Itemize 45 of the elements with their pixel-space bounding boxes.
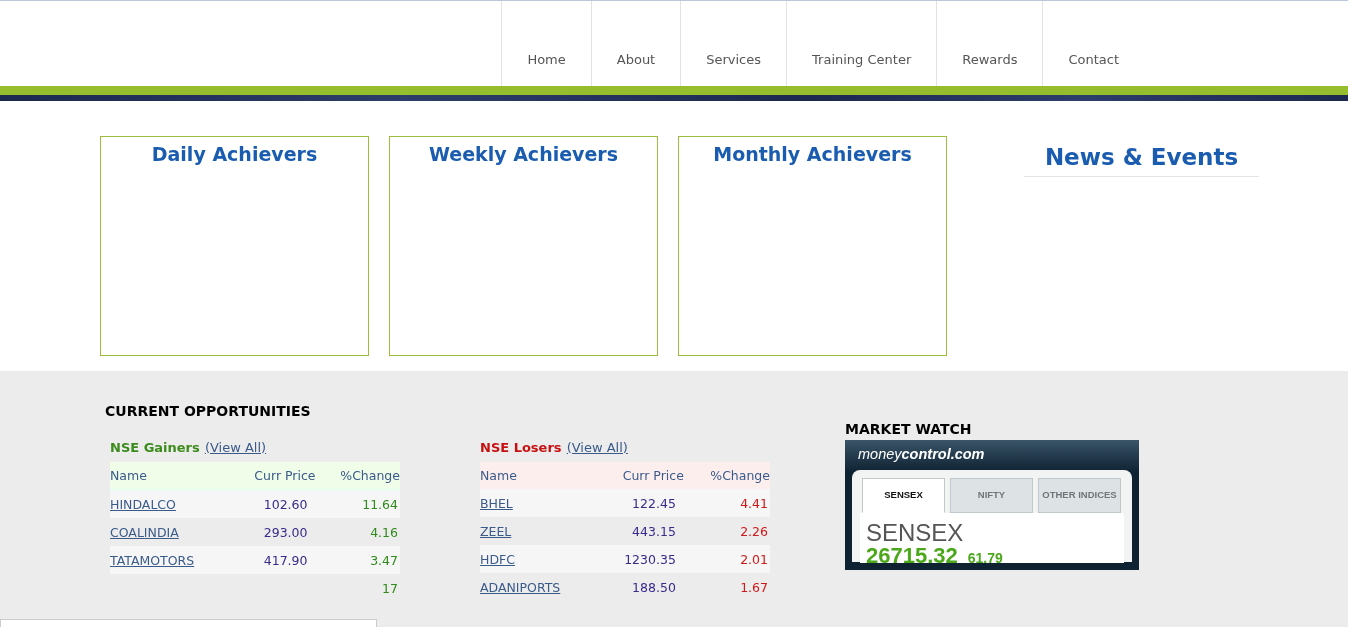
index-change: 61.79 (967, 550, 1003, 566)
price-cell: 417.90 (263, 552, 308, 568)
column-header: %Change (315, 462, 400, 490)
stock-link[interactable]: HINDALCO (110, 496, 176, 512)
news-title: News & Events (1044, 144, 1239, 170)
stock-link[interactable]: COALINDIA (110, 524, 179, 540)
market-watch-title: MARKET WATCH (845, 421, 973, 437)
index-value: 26715.32 (866, 545, 958, 567)
price-cell: 293.00 (263, 524, 308, 540)
index-tab[interactable]: NIFTY (950, 478, 1033, 513)
price-cell: 1230.35 (624, 551, 676, 567)
stock-link[interactable]: BHEL (480, 495, 513, 511)
column-header: Curr Price (229, 462, 316, 490)
price-cell: 122.45 (632, 495, 676, 511)
stock-link[interactable]: ADANIPORTS (480, 579, 561, 595)
stock-link[interactable]: TATAMOTORS (110, 552, 195, 568)
panel-title: Weekly Achievers (428, 143, 618, 165)
change-cell: 17 (382, 580, 398, 596)
section-title: CURRENT OPPORTUNITIES (105, 403, 312, 419)
index-name: SENSEX (866, 521, 965, 545)
column-header: Curr Price (595, 462, 684, 489)
change-cell: 4.16 (370, 524, 398, 540)
table-title: NSE Losers (480, 440, 562, 455)
view-all-link[interactable]: (View All) (566, 440, 628, 455)
panel-title: Monthly Achievers (713, 143, 912, 165)
table-title: NSE Gainers (110, 440, 200, 455)
column-header: Name (480, 462, 596, 489)
panel-title: Daily Achievers (151, 143, 318, 165)
view-all-link[interactable]: (View All) (204, 440, 267, 455)
column-header: %Change (683, 462, 770, 489)
stock-link[interactable]: ZEEL (480, 523, 512, 539)
change-cell: 3.47 (370, 552, 398, 568)
widget-logo: moneycontrol.com (858, 446, 985, 462)
price-cell: 102.60 (263, 496, 308, 512)
change-cell: 1.67 (740, 579, 768, 595)
price-cell: 188.50 (632, 579, 676, 595)
index-tab[interactable]: SENSEX (862, 478, 945, 513)
stock-link[interactable]: HDFC (480, 551, 515, 567)
change-cell: 2.26 (740, 523, 768, 539)
price-cell: 443.15 (632, 523, 676, 539)
change-cell: 4.41 (740, 495, 768, 511)
index-tab[interactable]: OTHER INDICES (1038, 478, 1121, 513)
change-cell: 11.64 (362, 496, 398, 512)
column-header: Name (110, 462, 229, 490)
change-cell: 2.01 (740, 551, 768, 567)
